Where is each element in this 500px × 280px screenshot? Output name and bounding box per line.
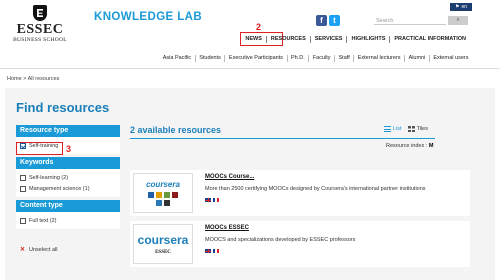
unselect-all-label: Unselect all [29, 246, 58, 253]
filter-option-label: Self-learning (2) [29, 174, 69, 181]
top-nav: NEWS RESOURCES SERVICES HIGHLIGHTS PRACT… [241, 36, 470, 43]
resource-index-label: Resource index : [386, 143, 428, 149]
management-science-checkbox[interactable] [20, 185, 26, 192]
audience-faculty[interactable]: Faculty [309, 55, 336, 62]
partner-logo-icon [156, 200, 162, 206]
audience-external-users[interactable]: External users [430, 55, 472, 62]
partner-logo-icon [156, 192, 162, 198]
nav-news[interactable]: NEWS [241, 36, 267, 43]
site-title[interactable]: KNOWLEDGE LAB [94, 11, 202, 23]
nav-practical-information[interactable]: PRACTICAL INFORMATION [390, 36, 470, 43]
essec-logo[interactable]: ESSEC BUSINESS SCHOOL [10, 5, 70, 43]
filter-option-full-text[interactable]: Full text (2) [20, 215, 116, 226]
filter-sidebar: Resource type Self-training Keywords Sel… [16, 125, 120, 229]
partner-logo-icon [172, 192, 178, 198]
facebook-icon[interactable]: f [316, 15, 327, 26]
filter-group-content-type: Full text (2) [16, 212, 120, 229]
nav-resources[interactable]: RESOURCES [267, 36, 311, 43]
filter-heading-content-type: Content type [16, 200, 120, 212]
coursera-thumbnail[interactable]: coursera [133, 173, 193, 213]
search-button[interactable]: ⌕ [448, 16, 468, 25]
nav-highlights[interactable]: HIGHLIGHTS [347, 36, 391, 43]
language-label: en [461, 4, 468, 10]
audience-alumni[interactable]: Alumni [405, 55, 430, 62]
result-title-link[interactable]: MOOCs Course... [205, 174, 254, 180]
unselect-all-button[interactable]: ✕ Unselect all [20, 246, 58, 254]
essec-shield-icon [33, 5, 47, 21]
view-list-label: List [393, 126, 402, 132]
audience-students[interactable]: Students [196, 55, 226, 62]
annotation-3: 3 [66, 144, 72, 154]
tiles-icon [407, 126, 415, 132]
uk-flag-icon [205, 249, 211, 253]
view-tiles-label: Tiles [416, 126, 428, 132]
filter-group-keywords: Self-learning (2) Management science (1) [16, 169, 120, 197]
result-card: coursera ESSEC MOOCs ESSEC MOOCS and spe… [130, 221, 470, 267]
audience-phd[interactable]: Ph.D. [288, 55, 310, 62]
social-links: f t [316, 15, 340, 26]
audience-asia-pacific[interactable]: Asia Pacific [159, 55, 196, 62]
result-title-link[interactable]: MOOCs ESSEC [205, 225, 249, 231]
coursera-essec-thumbnail[interactable]: coursera ESSEC [133, 224, 193, 264]
result-description: MOOCS and specializations developed by E… [205, 237, 356, 243]
audience-executive-participants[interactable]: Executive Participants [225, 55, 288, 62]
partner-logo-icon [148, 192, 154, 198]
essec-mini-logo: ESSEC [155, 250, 171, 255]
page-title: Find resources [16, 100, 110, 115]
logo-subtitle: BUSINESS SCHOOL [13, 37, 67, 43]
filter-option-management-science[interactable]: Management science (1) [20, 183, 116, 194]
filter-option-self-learning[interactable]: Self-learning (2) [20, 172, 116, 183]
self-learning-checkbox[interactable] [20, 174, 26, 181]
globe-icon: ⚑ [454, 4, 460, 10]
filter-heading-resource-type: Resource type [16, 125, 120, 137]
result-card: coursera MOOCs Course... More than 2500 … [130, 170, 470, 216]
audience-nav: Asia Pacific Students Executive Particip… [159, 55, 472, 62]
partner-logo-icon [164, 192, 170, 198]
uk-flag-icon [205, 198, 211, 202]
result-description: More than 2500 certifying MOOCs designed… [205, 186, 426, 192]
breadcrumb[interactable]: Home > All resources [7, 76, 59, 82]
close-icon: ✕ [20, 247, 26, 253]
view-list-button[interactable]: List [384, 126, 402, 132]
filter-option-label: Management science (1) [29, 185, 90, 192]
view-tiles-button[interactable]: Tiles [407, 126, 428, 132]
audience-external-lecturers[interactable]: External lecturers [354, 55, 406, 62]
fr-flag-icon [213, 249, 219, 253]
annotation-box-self-training [16, 142, 63, 155]
nav-services[interactable]: SERVICES [311, 36, 348, 43]
resource-index-letter[interactable]: M [429, 143, 434, 149]
fr-flag-icon [213, 198, 219, 202]
results-count-title: 2 available resources [130, 125, 222, 135]
resource-index: Resource index : M [386, 143, 433, 149]
list-icon [384, 126, 391, 132]
language-switch[interactable]: ⚑ en [450, 3, 472, 11]
audience-staff[interactable]: Staff [335, 55, 355, 62]
search-placeholder: Search [376, 18, 394, 24]
twitter-icon[interactable]: t [329, 15, 340, 26]
header-divider [0, 68, 500, 69]
search-icon: ⌕ [456, 17, 460, 23]
full-text-checkbox[interactable] [20, 217, 26, 224]
coursera-logo: coursera [146, 180, 180, 189]
partner-logos [145, 192, 181, 206]
partner-logo-icon [164, 200, 170, 206]
logo-word: ESSEC [16, 22, 64, 37]
results-divider [130, 138, 435, 139]
annotation-2: 2 [256, 22, 262, 32]
language-flags [205, 198, 219, 202]
language-flags [205, 249, 219, 253]
filter-option-label: Full text (2) [29, 217, 57, 224]
filter-heading-keywords: Keywords [16, 157, 120, 169]
view-switch: List Tiles [384, 126, 428, 132]
coursera-logo: coursera [137, 233, 189, 247]
